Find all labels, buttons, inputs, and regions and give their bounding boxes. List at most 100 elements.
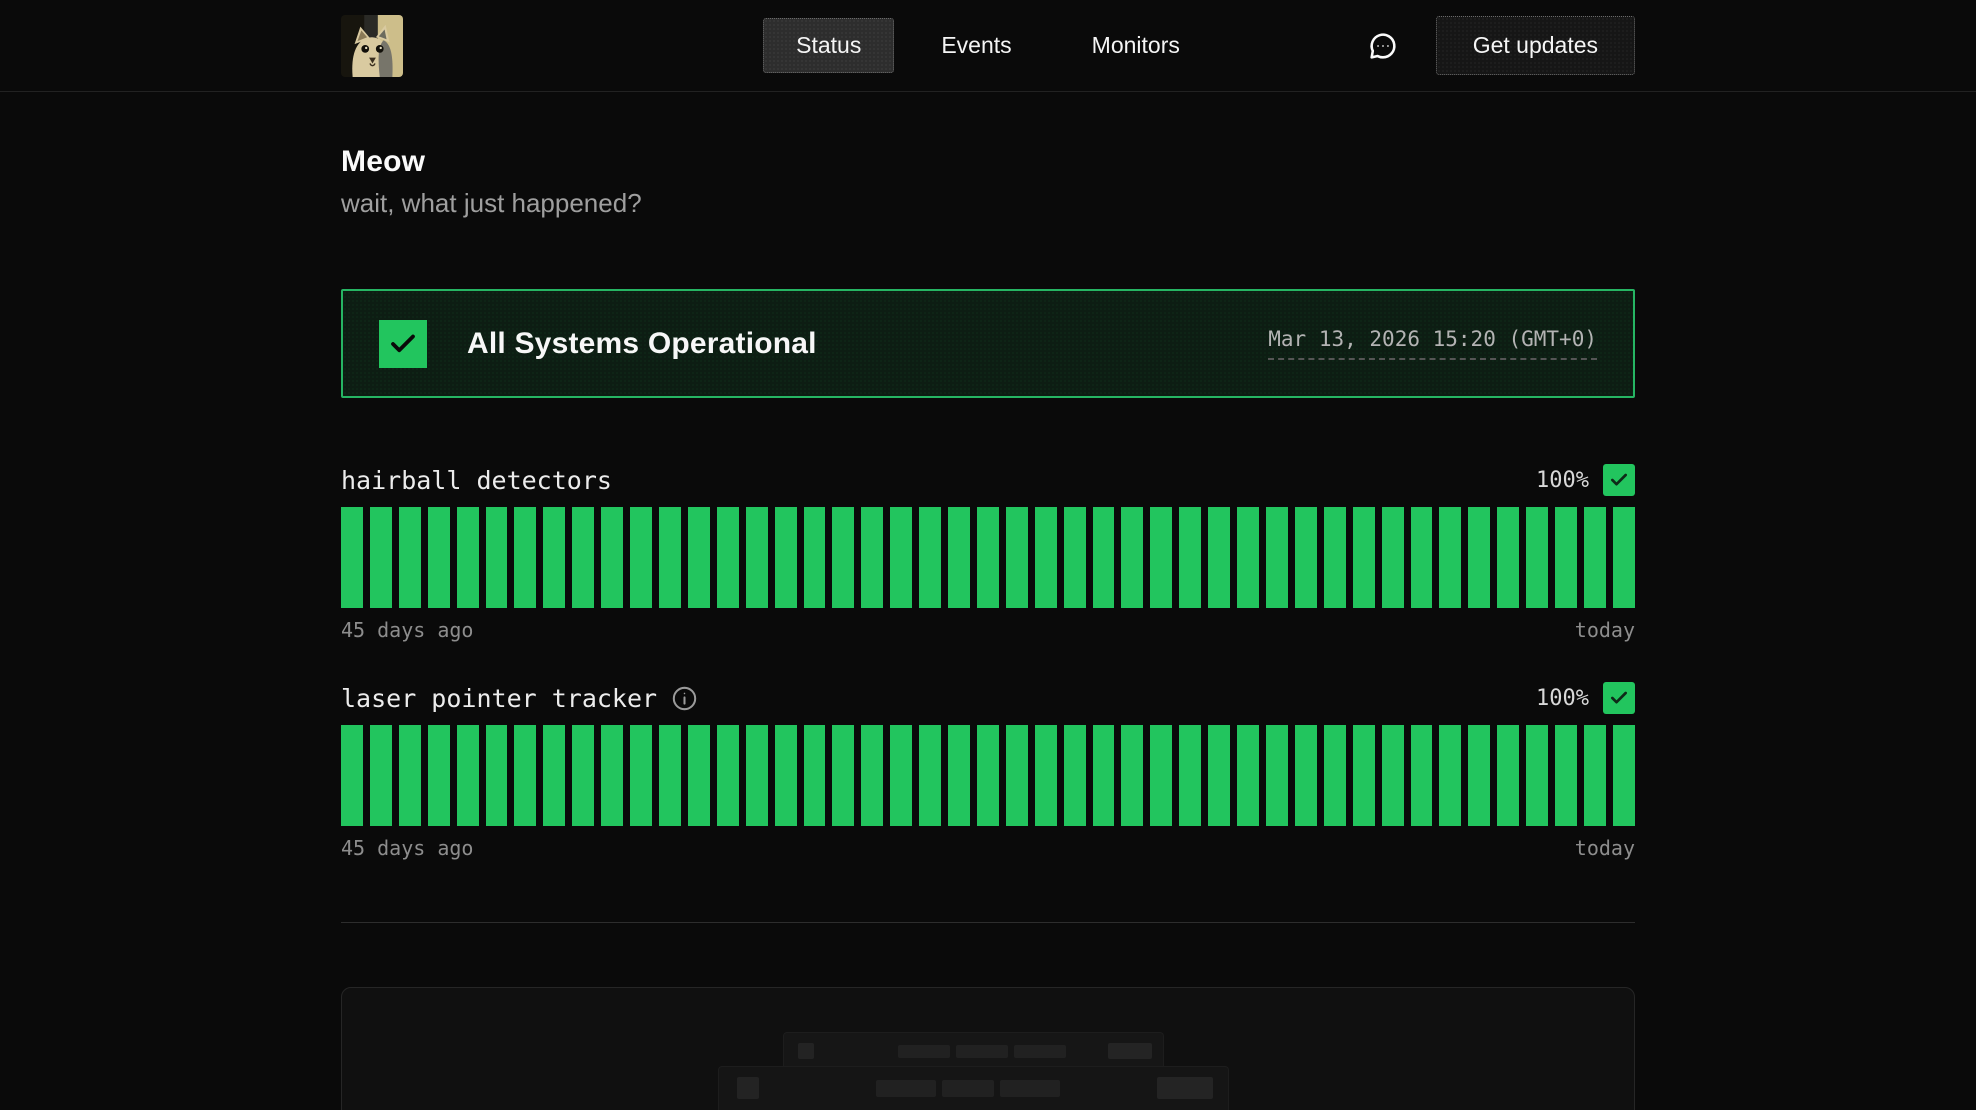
uptime-bar[interactable] xyxy=(1613,507,1635,608)
monitor-info-button[interactable] xyxy=(671,685,698,712)
tab-status[interactable]: Status xyxy=(763,18,894,73)
uptime-bar[interactable] xyxy=(572,507,594,608)
uptime-bar[interactable] xyxy=(775,507,797,608)
uptime-bar[interactable] xyxy=(1266,725,1288,826)
site-logo[interactable] xyxy=(341,15,403,77)
feedback-chat-button[interactable] xyxy=(1366,29,1400,63)
uptime-bar[interactable] xyxy=(1006,725,1028,826)
uptime-bar[interactable] xyxy=(1093,725,1115,826)
uptime-bar[interactable] xyxy=(399,507,421,608)
uptime-bar[interactable] xyxy=(1064,507,1086,608)
uptime-bar[interactable] xyxy=(1324,507,1346,608)
uptime-bar[interactable] xyxy=(1093,507,1115,608)
uptime-bar[interactable] xyxy=(457,507,479,608)
tab-events[interactable]: Events xyxy=(908,18,1044,73)
uptime-bar[interactable] xyxy=(601,725,623,826)
uptime-bar[interactable] xyxy=(1353,507,1375,608)
uptime-bar[interactable] xyxy=(1035,725,1057,826)
uptime-bar[interactable] xyxy=(457,725,479,826)
uptime-bar[interactable] xyxy=(832,725,854,826)
uptime-bar[interactable] xyxy=(630,725,652,826)
range-start-label: 45 days ago xyxy=(341,836,473,860)
uptime-bar[interactable] xyxy=(1237,507,1259,608)
uptime-bar[interactable] xyxy=(370,507,392,608)
uptime-bar[interactable] xyxy=(572,725,594,826)
uptime-bar[interactable] xyxy=(1006,507,1028,608)
uptime-bar[interactable] xyxy=(1237,725,1259,826)
uptime-bar[interactable] xyxy=(977,507,999,608)
uptime-bar[interactable] xyxy=(1526,725,1548,826)
uptime-bar[interactable] xyxy=(746,507,768,608)
uptime-bar[interactable] xyxy=(1411,725,1433,826)
uptime-bar[interactable] xyxy=(1064,725,1086,826)
uptime-bar[interactable] xyxy=(1584,507,1606,608)
uptime-bar[interactable] xyxy=(543,725,565,826)
uptime-bar[interactable] xyxy=(688,507,710,608)
uptime-bar[interactable] xyxy=(1324,725,1346,826)
uptime-bar[interactable] xyxy=(514,725,536,826)
uptime-bar[interactable] xyxy=(514,507,536,608)
uptime-bar[interactable] xyxy=(1439,507,1461,608)
uptime-bar[interactable] xyxy=(428,725,450,826)
uptime-bar[interactable] xyxy=(341,725,363,826)
uptime-bar[interactable] xyxy=(804,725,826,826)
uptime-bar[interactable] xyxy=(1266,507,1288,608)
uptime-bar[interactable] xyxy=(1584,725,1606,826)
uptime-bar[interactable] xyxy=(1121,725,1143,826)
uptime-bar[interactable] xyxy=(1353,725,1375,826)
uptime-bar[interactable] xyxy=(1382,725,1404,826)
uptime-bar[interactable] xyxy=(948,507,970,608)
uptime-bar[interactable] xyxy=(746,725,768,826)
uptime-bar[interactable] xyxy=(717,725,739,826)
tab-monitors[interactable]: Monitors xyxy=(1059,18,1213,73)
uptime-bar[interactable] xyxy=(1497,725,1519,826)
uptime-bar[interactable] xyxy=(543,507,565,608)
uptime-bar[interactable] xyxy=(1468,507,1490,608)
uptime-bar[interactable] xyxy=(977,725,999,826)
uptime-bar[interactable] xyxy=(890,725,912,826)
get-updates-button[interactable]: Get updates xyxy=(1436,16,1635,75)
uptime-bar[interactable] xyxy=(1295,725,1317,826)
uptime-bar[interactable] xyxy=(1382,507,1404,608)
uptime-bar[interactable] xyxy=(601,507,623,608)
uptime-bar[interactable] xyxy=(861,507,883,608)
uptime-bar[interactable] xyxy=(919,507,941,608)
uptime-bar[interactable] xyxy=(1439,725,1461,826)
uptime-bar[interactable] xyxy=(1497,507,1519,608)
uptime-bar[interactable] xyxy=(659,725,681,826)
uptime-bar[interactable] xyxy=(659,507,681,608)
uptime-bar[interactable] xyxy=(1468,725,1490,826)
uptime-bar[interactable] xyxy=(1411,507,1433,608)
uptime-bar[interactable] xyxy=(1121,507,1143,608)
uptime-bar[interactable] xyxy=(775,725,797,826)
uptime-bar[interactable] xyxy=(428,507,450,608)
uptime-bar[interactable] xyxy=(1208,507,1230,608)
uptime-bar[interactable] xyxy=(1150,725,1172,826)
uptime-bar[interactable] xyxy=(1150,507,1172,608)
uptime-bar[interactable] xyxy=(1208,725,1230,826)
uptime-bar[interactable] xyxy=(486,507,508,608)
uptime-bar[interactable] xyxy=(370,725,392,826)
uptime-bar[interactable] xyxy=(832,507,854,608)
uptime-bar[interactable] xyxy=(1035,507,1057,608)
uptime-bar[interactable] xyxy=(1179,507,1201,608)
status-timestamp[interactable]: Mar 13, 2026 15:20 (GMT+0) xyxy=(1268,327,1597,360)
uptime-bar[interactable] xyxy=(919,725,941,826)
uptime-bar[interactable] xyxy=(804,507,826,608)
uptime-bar[interactable] xyxy=(861,725,883,826)
uptime-bar[interactable] xyxy=(630,507,652,608)
uptime-bar[interactable] xyxy=(399,725,421,826)
uptime-bar[interactable] xyxy=(688,725,710,826)
uptime-bar[interactable] xyxy=(1295,507,1317,608)
uptime-bar[interactable] xyxy=(948,725,970,826)
uptime-bar[interactable] xyxy=(1555,507,1577,608)
uptime-bar[interactable] xyxy=(341,507,363,608)
uptime-bar[interactable] xyxy=(890,507,912,608)
uptime-bar[interactable] xyxy=(717,507,739,608)
uptime-bar[interactable] xyxy=(1179,725,1201,826)
operational-check-icon xyxy=(1603,682,1635,714)
uptime-bar[interactable] xyxy=(1555,725,1577,826)
uptime-bar[interactable] xyxy=(486,725,508,826)
uptime-bar[interactable] xyxy=(1613,725,1635,826)
uptime-bar[interactable] xyxy=(1526,507,1548,608)
